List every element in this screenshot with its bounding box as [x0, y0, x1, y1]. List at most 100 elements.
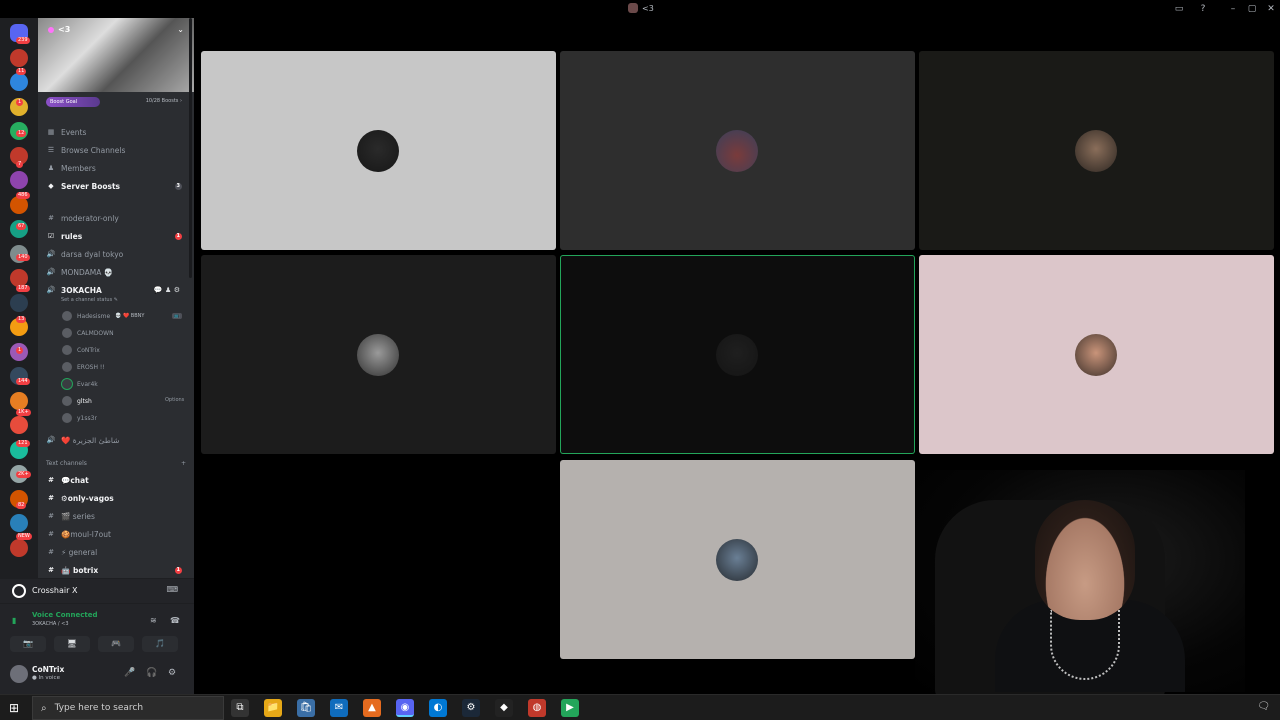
- taskbar-app-icon[interactable]: ◍: [528, 699, 546, 717]
- keyboard-icon[interactable]: ⌨: [166, 585, 178, 594]
- voice-channel-path[interactable]: 3OKACHA / <3: [32, 621, 69, 627]
- taskbar-app-icon[interactable]: ▶: [561, 699, 579, 717]
- voice-user[interactable]: CALMDOWN: [62, 326, 182, 340]
- channel-label: moderator-only: [61, 213, 119, 223]
- text-channel-item[interactable]: # ⚡ general: [46, 545, 186, 559]
- server-icon-21[interactable]: [10, 538, 28, 557]
- menu-item-server-boosts[interactable]: ◆ Server Boosts 3: [46, 179, 186, 193]
- menu-item-members[interactable]: ♟ Members: [46, 161, 186, 175]
- notification-icon[interactable]: 🗨: [1257, 701, 1270, 712]
- video-tile[interactable]: [560, 51, 915, 250]
- disconnect-icon[interactable]: ☎: [170, 616, 180, 625]
- server-icon-6[interactable]: [10, 171, 28, 189]
- server-icon-16[interactable]: [10, 416, 28, 434]
- gear-icon[interactable]: ⚙: [168, 668, 176, 678]
- server-badge: 140: [16, 254, 30, 261]
- server-icon: [628, 3, 638, 13]
- server-icon-2[interactable]: [10, 73, 28, 91]
- headset-icon[interactable]: 🎧: [146, 668, 157, 678]
- video-tile[interactable]: [201, 255, 556, 454]
- boost-goal-row[interactable]: Boost Goal 10/28 Boosts ›: [44, 97, 186, 109]
- server-icon-15[interactable]: [10, 391, 28, 410]
- help-icon[interactable]: ?: [1196, 2, 1210, 16]
- taskbar-app-icon[interactable]: ◉: [396, 699, 414, 717]
- add-channel-icon[interactable]: +: [181, 460, 186, 467]
- voice-user[interactable]: EROSH !!: [62, 360, 182, 374]
- video-tile[interactable]: [919, 51, 1274, 250]
- video-tile[interactable]: [919, 255, 1274, 454]
- close-button[interactable]: ✕: [1264, 2, 1278, 16]
- windows-start-icon[interactable]: ⊞: [6, 700, 22, 716]
- user-extra: 💀 ❤️ BBNY: [115, 313, 145, 319]
- channel-item[interactable]: 🔊 darsa dyal tokyo: [46, 247, 186, 261]
- channel-label: 3OKACHA: [61, 285, 102, 295]
- taskbar-app-icon[interactable]: ✉: [330, 699, 348, 717]
- taskbar-app-icon[interactable]: ▲: [363, 699, 381, 717]
- menu-icon: ▦: [47, 128, 55, 136]
- taskbar-app-icon[interactable]: ⚙: [462, 699, 480, 717]
- inbox-icon[interactable]: ▭: [1172, 2, 1186, 16]
- voice-user[interactable]: gltsh: [62, 394, 182, 408]
- text-channel-item[interactable]: # 🤖 botrix 1: [46, 563, 186, 577]
- menu-item-browse-channels[interactable]: ☰ Browse Channels: [46, 143, 186, 157]
- server-name[interactable]: <3: [48, 25, 70, 34]
- person-head: [1035, 500, 1135, 620]
- channel-status[interactable]: Set a channel status ✎: [61, 297, 118, 303]
- voice-connection-panel: ▮ Voice Connected 3OKACHA / <3 ≋ ☎ 📷 🖥 🎮…: [0, 603, 194, 658]
- server-icon-1[interactable]: [10, 48, 28, 67]
- taskbar-search[interactable]: ⌕ Type here to search: [32, 696, 224, 720]
- video-button[interactable]: 📷: [10, 636, 46, 652]
- text-channel-item[interactable]: # 🎬 series: [46, 509, 186, 523]
- video-tile[interactable]: [560, 460, 915, 659]
- video-tile[interactable]: [201, 51, 556, 250]
- menu-item-events[interactable]: ▦ Events: [46, 125, 186, 139]
- live-tag: 📺: [171, 313, 182, 319]
- avatar: [357, 130, 399, 172]
- chevron-down-icon[interactable]: ⌄: [177, 25, 184, 34]
- voice-status[interactable]: Voice Connected: [32, 611, 98, 619]
- avatar: [62, 328, 72, 338]
- voice-user[interactable]: y1ss3r: [62, 411, 182, 425]
- taskbar: ⊞ ⌕ Type here to search ⧉ 📁 🛍 ✉ ▲ ◉ ◐ ⚙ ◆ ◍ ▶ 🗨: [0, 694, 1280, 720]
- soundboard-button[interactable]: 🎵: [142, 636, 178, 652]
- noise-suppression-icon[interactable]: ≋: [150, 616, 157, 625]
- taskbar-app-icon[interactable]: 📁: [264, 699, 282, 717]
- voice-user[interactable]: Evar4k: [62, 377, 182, 391]
- channel-item[interactable]: ☑ rules 1: [46, 229, 186, 243]
- channel-item[interactable]: 🔊 MONDAMA 💀: [46, 265, 186, 279]
- taskbar-app-icon[interactable]: 🛍: [297, 699, 315, 717]
- voice-user-name: CoNTrix: [77, 346, 100, 354]
- voice-user[interactable]: CoNTrix: [62, 343, 182, 357]
- text-channel-item[interactable]: # 🍪moul-l7out: [46, 527, 186, 541]
- avatar: [62, 396, 72, 406]
- text-channel-item[interactable]: # 💬chat: [46, 473, 186, 487]
- options-tooltip[interactable]: Options: [165, 397, 184, 403]
- voice-channel-actions[interactable]: 💬 ♟ ⚙: [154, 286, 180, 294]
- screen-share-button[interactable]: 🖥: [54, 636, 90, 652]
- taskbar-app-icon[interactable]: ◐: [429, 699, 447, 717]
- video-tile[interactable]: [560, 255, 915, 454]
- avatar: [716, 539, 758, 581]
- avatar[interactable]: [10, 665, 28, 683]
- signal-icon[interactable]: ▮: [12, 616, 16, 625]
- server-banner[interactable]: <3 ⌄: [38, 18, 194, 92]
- username[interactable]: CoNTrix: [32, 665, 64, 674]
- activity-button[interactable]: 🎮: [98, 636, 134, 652]
- category-text-channels[interactable]: Text channels +: [46, 460, 186, 467]
- voice-user[interactable]: Hadesisme 💀 ❤️ BBNY 📺: [62, 309, 182, 323]
- maximize-button[interactable]: ▢: [1245, 2, 1259, 16]
- activity-name: Crosshair X: [32, 586, 78, 595]
- minimize-button[interactable]: –: [1226, 2, 1240, 16]
- sidebar-scrollbar[interactable]: [189, 18, 192, 278]
- voice-channel-extra[interactable]: 🔊 ❤️ شاطئ الجزيرة: [46, 433, 186, 447]
- text-channel-item[interactable]: # ⚙only-vagos: [46, 491, 186, 505]
- voice-channel-3okacha[interactable]: 🔊 3OKACHA 💬 ♟ ⚙: [46, 283, 186, 297]
- server-icon-11[interactable]: [10, 293, 28, 312]
- channel-item[interactable]: # moderator-only: [46, 211, 186, 225]
- taskbar-app-icon[interactable]: ⧉: [231, 699, 249, 717]
- server-icon-20[interactable]: [10, 514, 28, 532]
- server-badge: 2K+: [16, 471, 31, 478]
- taskbar-app-icon[interactable]: ◆: [495, 699, 513, 717]
- mic-icon[interactable]: 🎤: [124, 668, 135, 678]
- server-badge: 12: [16, 130, 27, 137]
